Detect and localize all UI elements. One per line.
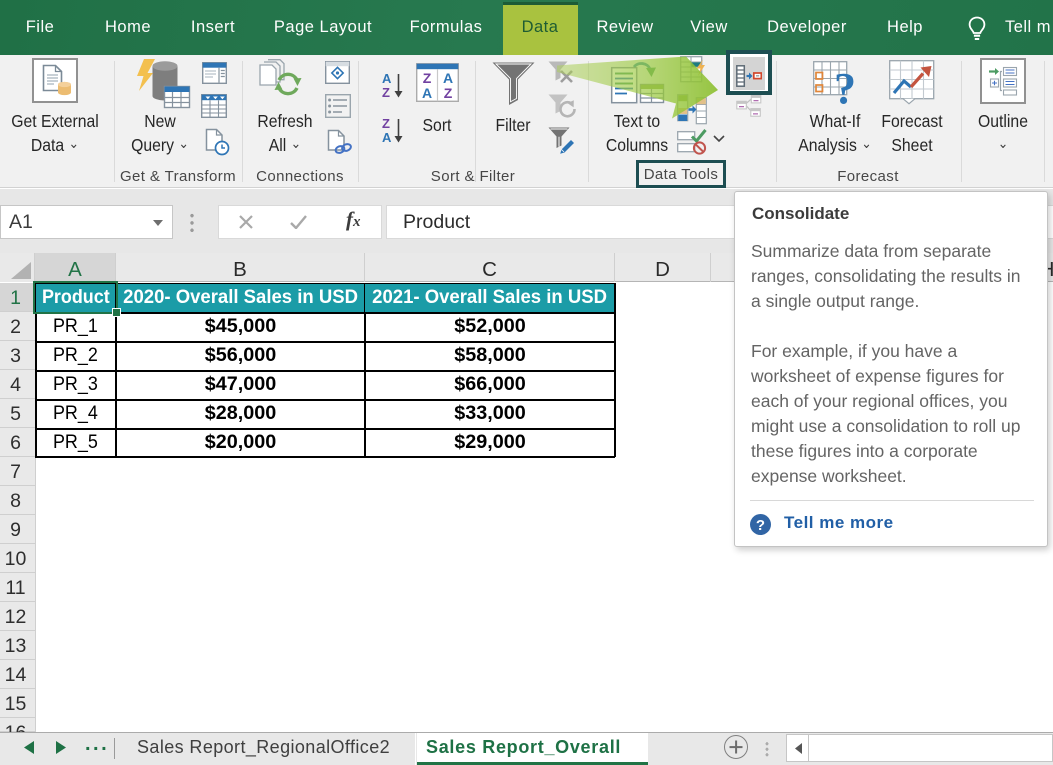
svg-text:A: A (382, 72, 392, 86)
svg-text:A: A (382, 130, 392, 143)
svg-text:Z: Z (444, 85, 453, 101)
svg-text:A: A (443, 70, 453, 86)
svg-text:Z: Z (382, 117, 390, 131)
svg-text:A: A (422, 85, 432, 101)
svg-text:?: ? (834, 64, 856, 107)
svg-text:?: ? (756, 517, 765, 534)
svg-text:Z: Z (423, 70, 432, 86)
svg-text:Z: Z (382, 85, 390, 98)
